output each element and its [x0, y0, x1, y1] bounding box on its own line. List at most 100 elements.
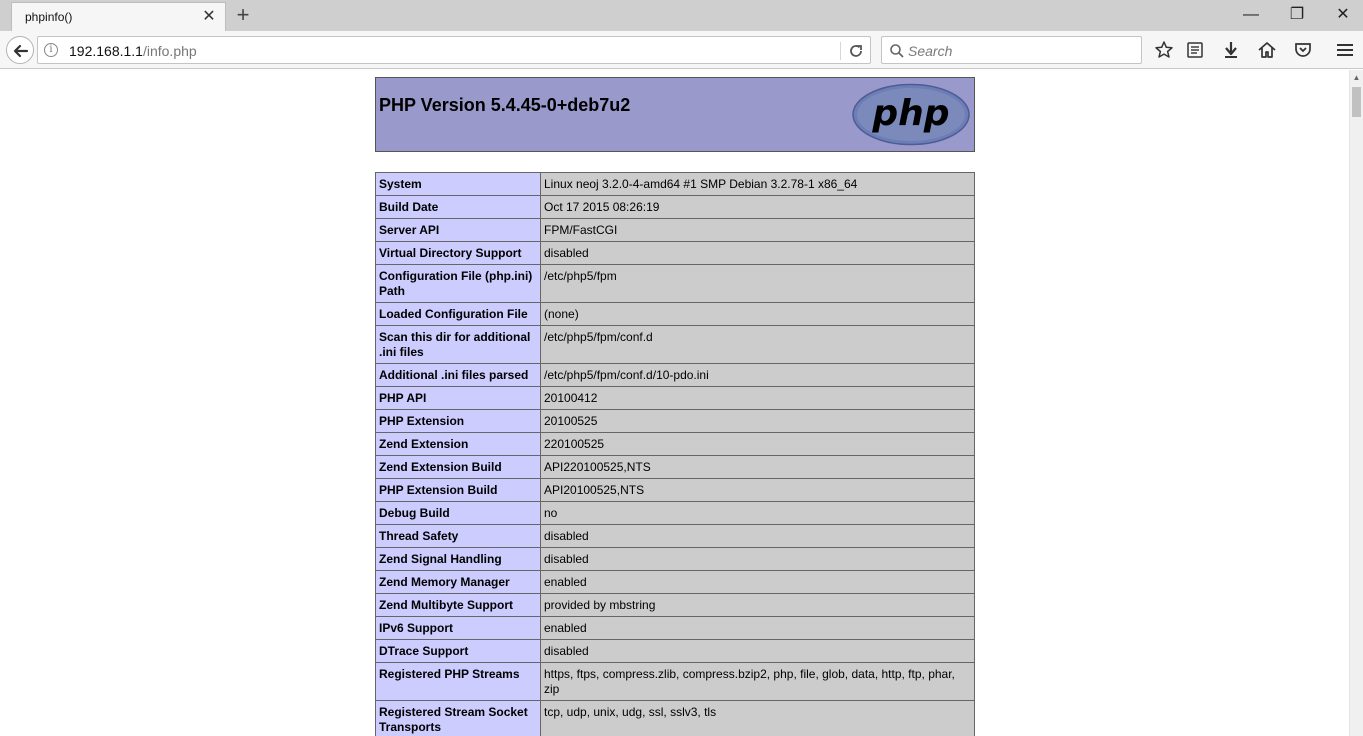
back-button[interactable]	[6, 36, 34, 64]
row-value: disabled	[540, 639, 975, 663]
row-value: /etc/php5/fpm/conf.d/10-pdo.ini	[540, 363, 975, 387]
table-row: DTrace Support disabled	[375, 639, 975, 663]
row-key: Additional .ini files parsed	[375, 363, 541, 387]
table-row: Thread Safety disabled	[375, 524, 975, 548]
row-key: Zend Memory Manager	[375, 570, 541, 594]
row-value: provided by mbstring	[540, 593, 975, 617]
table-row: System Linux neoj 3.2.0-4-amd64 #1 SMP De…	[375, 172, 975, 196]
row-key: Zend Signal Handling	[375, 547, 541, 571]
row-key: PHP Extension	[375, 409, 541, 433]
vertical-scrollbar[interactable]: ▲	[1349, 70, 1363, 736]
row-value: https, ftps, compress.zlib, compress.bzi…	[540, 662, 975, 701]
url-host: 192.168.1.1	[69, 43, 143, 59]
row-value: disabled	[540, 547, 975, 571]
page-title: PHP Version 5.4.45-0+deb7u2	[379, 95, 631, 115]
system-info-table: System Linux neoj 3.2.0-4-amd64 #1 SMP De…	[375, 172, 975, 736]
maximize-button[interactable]: ❐	[1274, 4, 1320, 26]
search-placeholder: Search	[908, 43, 953, 59]
row-value: /etc/php5/fpm/conf.d	[540, 325, 975, 364]
minimize-button[interactable]: —	[1228, 4, 1274, 26]
row-value: 20100412	[540, 386, 975, 410]
site-info-icon[interactable]: i	[44, 43, 58, 57]
table-row: PHP API 20100412	[375, 386, 975, 410]
close-tab-icon[interactable]: ✕	[201, 9, 217, 26]
scroll-up-arrow-icon[interactable]: ▲	[1350, 72, 1363, 84]
row-key: Virtual Directory Support	[375, 241, 541, 265]
row-key: PHP API	[375, 386, 541, 410]
row-value: Linux neoj 3.2.0-4-amd64 #1 SMP Debian 3…	[540, 172, 975, 196]
download-icon[interactable]	[1220, 39, 1242, 61]
row-key: Registered Stream Socket Transports	[375, 700, 541, 736]
row-value: FPM/FastCGI	[540, 218, 975, 242]
reload-icon[interactable]	[846, 41, 866, 61]
menu-icon[interactable]	[1334, 39, 1356, 61]
phpinfo-page: PHP Version 5.4.45-0+deb7u2 php System Li…	[375, 77, 975, 736]
table-row: Scan this dir for additional .ini files /…	[375, 325, 975, 364]
back-arrow-icon	[13, 44, 29, 58]
row-key: Configuration File (php.ini) Path	[375, 264, 541, 303]
row-value: Oct 17 2015 08:26:19	[540, 195, 975, 219]
php-logo[interactable]: php	[851, 83, 971, 146]
new-tab-button[interactable]: +	[232, 4, 254, 27]
table-row: Registered PHP Streams https, ftps, compr…	[375, 662, 975, 701]
row-key: Thread Safety	[375, 524, 541, 548]
row-value: enabled	[540, 616, 975, 640]
url-divider	[840, 42, 841, 60]
search-icon	[890, 44, 904, 58]
table-row: Configuration File (php.ini) Path/etc/ph…	[375, 264, 975, 303]
table-row: Zend Extension Build API220100525,NTS	[375, 455, 975, 479]
table-row: Debug Build no	[375, 501, 975, 525]
table-row: Registered Stream Socket Transports tcp, …	[375, 700, 975, 736]
row-key: Server API	[375, 218, 541, 242]
table-row: Additional .ini files parsed/etc/php5/fp…	[375, 363, 975, 387]
table-row: Virtual Directory Support disabled	[375, 241, 975, 265]
row-value: no	[540, 501, 975, 525]
table-row: IPv6 Support enabled	[375, 616, 975, 640]
row-value: disabled	[540, 524, 975, 548]
table-row: PHP Extension 20100525	[375, 409, 975, 433]
row-value: (none)	[540, 302, 975, 326]
table-row: Server API FPM/FastCGI	[375, 218, 975, 242]
row-key: DTrace Support	[375, 639, 541, 663]
row-value: API20100525,NTS	[540, 478, 975, 502]
home-icon[interactable]	[1256, 39, 1278, 61]
scroll-thumb[interactable]	[1352, 87, 1361, 117]
table-row: Build Date Oct 17 2015 08:26:19	[375, 195, 975, 219]
navigation-bar: i 192.168.1.1/info.php Search	[0, 31, 1363, 69]
svg-text:php: php	[871, 93, 949, 134]
table-row: Zend Multibyte Support provided by mbstri…	[375, 593, 975, 617]
bookmark-star-icon[interactable]	[1153, 39, 1175, 61]
row-key: Loaded Configuration File	[375, 302, 541, 326]
close-window-button[interactable]: ✕	[1320, 4, 1363, 26]
row-key: Debug Build	[375, 501, 541, 525]
row-value: tcp, udp, unix, udg, ssl, sslv3, tls	[540, 700, 975, 736]
pocket-icon[interactable]	[1292, 39, 1314, 61]
reading-list-icon[interactable]	[1184, 39, 1206, 61]
table-row: Zend Signal Handling disabled	[375, 547, 975, 571]
row-value: API220100525,NTS	[540, 455, 975, 479]
row-key: Zend Multibyte Support	[375, 593, 541, 617]
tab-phpinfo[interactable]: phpinfo() ✕	[11, 2, 226, 31]
row-value: /etc/php5/fpm	[540, 264, 975, 303]
table-row: Loaded Configuration File (none)	[375, 302, 975, 326]
url-text[interactable]: 192.168.1.1/info.php	[69, 43, 197, 59]
tab-title: phpinfo()	[25, 10, 73, 24]
url-bar[interactable]: i 192.168.1.1/info.php	[37, 36, 871, 64]
row-key: IPv6 Support	[375, 616, 541, 640]
table-row: PHP Extension Build API20100525,NTS	[375, 478, 975, 502]
row-key: System	[375, 172, 541, 196]
search-bar[interactable]: Search	[881, 36, 1142, 64]
row-value: disabled	[540, 241, 975, 265]
row-value: 20100525	[540, 409, 975, 433]
tab-strip: phpinfo() ✕ + — ❐ ✕	[0, 0, 1363, 31]
row-key: Registered PHP Streams	[375, 662, 541, 701]
table-row: Zend Extension 220100525	[375, 432, 975, 456]
row-key: Zend Extension	[375, 432, 541, 456]
row-value: 220100525	[540, 432, 975, 456]
php-version-header: PHP Version 5.4.45-0+deb7u2 php	[375, 77, 975, 152]
page-viewport: PHP Version 5.4.45-0+deb7u2 php System Li…	[0, 70, 1349, 736]
row-value: enabled	[540, 570, 975, 594]
row-key: Scan this dir for additional .ini files	[375, 325, 541, 364]
url-path: /info.php	[142, 43, 197, 59]
row-key: PHP Extension Build	[375, 478, 541, 502]
